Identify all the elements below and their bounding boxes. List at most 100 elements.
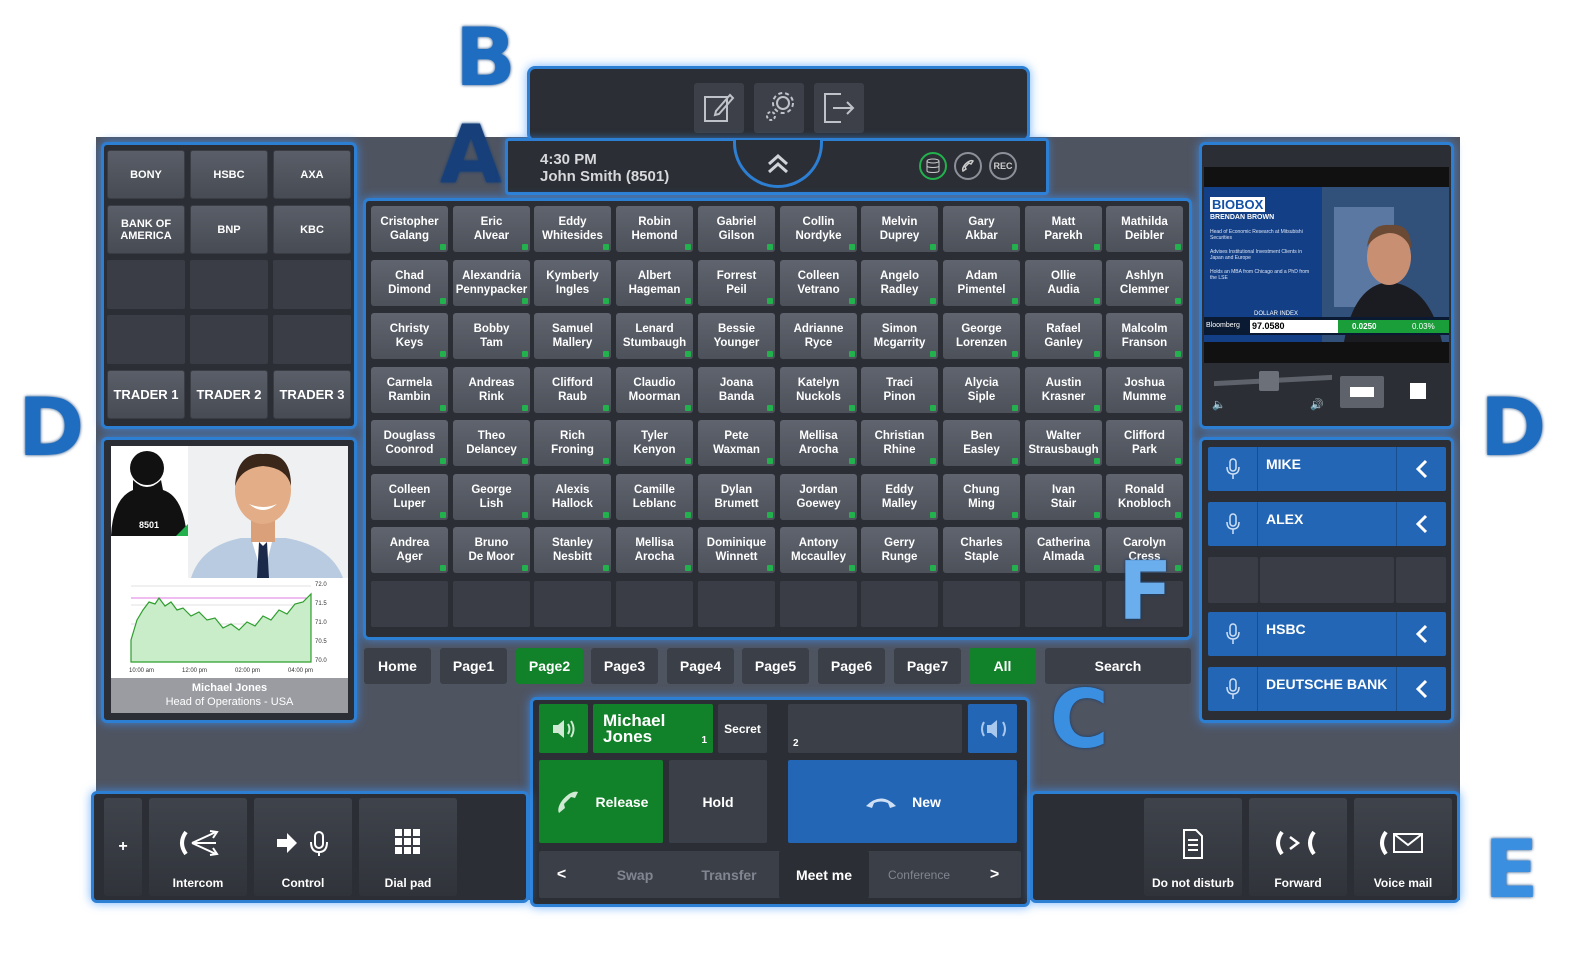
swap-button[interactable]: Swap <box>590 851 680 898</box>
intercom-row[interactable]: DEUTSCHE BANK <box>1208 667 1446 711</box>
quick-key-button[interactable]: KBC <box>273 205 351 254</box>
contact-button[interactable]: Adam Pimentel <box>943 260 1020 306</box>
chevron-left-icon[interactable] <box>1396 667 1446 711</box>
contact-button[interactable]: Ivan Stair <box>1025 474 1102 520</box>
contact-button[interactable]: Mellisa Arocha <box>780 420 857 466</box>
contact-button[interactable]: Eric Alvear <box>453 206 530 252</box>
intercom-row[interactable]: MIKE <box>1208 447 1446 491</box>
contact-button[interactable]: Chung Ming <box>943 474 1020 520</box>
contact-button[interactable]: Mathilda Deibler <box>1106 206 1183 252</box>
contact-button[interactable]: Angelo Radley <box>861 260 938 306</box>
contact-button[interactable]: Gerry Runge <box>861 527 938 573</box>
secret-button[interactable]: Secret <box>718 704 767 753</box>
quick-key-button[interactable]: BONY <box>107 150 185 199</box>
page-tab-page1[interactable]: Page1 <box>440 648 507 684</box>
contact-button[interactable]: Claudio Moorman <box>616 367 693 413</box>
contact-button[interactable]: Alexis Hallock <box>534 474 611 520</box>
contact-button[interactable]: Christy Keys <box>371 313 448 359</box>
meet-me-button[interactable]: Meet me <box>779 851 869 898</box>
line2-button[interactable]: 2 <box>788 704 962 753</box>
contact-button[interactable]: Tyler Kenyon <box>616 420 693 466</box>
fullscreen-button[interactable] <box>1340 376 1384 408</box>
contact-button[interactable]: Joshua Mumme <box>1106 367 1183 413</box>
contact-button[interactable]: Theo Delancey <box>453 420 530 466</box>
quick-key-button[interactable]: BNP <box>190 205 268 254</box>
contact-button[interactable]: Samuel Mallery <box>534 313 611 359</box>
contact-button[interactable]: Carmela Rambin <box>371 367 448 413</box>
actions-prev-button[interactable]: < <box>539 851 584 898</box>
trader-button[interactable]: TRADER 3 <box>273 370 351 419</box>
contact-button[interactable]: Matt Parekh <box>1025 206 1102 252</box>
contact-button[interactable]: Joana Banda <box>698 367 775 413</box>
contact-button[interactable]: Lenard Stumbaugh <box>616 313 693 359</box>
contact-button[interactable]: Gabriel Gilson <box>698 206 775 252</box>
contact-button[interactable]: Rich Froning <box>534 420 611 466</box>
actions-next-button[interactable]: > <box>972 851 1017 898</box>
control-button[interactable]: Control <box>254 798 352 896</box>
contact-button[interactable]: Christian Rhine <box>861 420 938 466</box>
contact-button[interactable]: Simon Mcgarrity <box>861 313 938 359</box>
contact-button[interactable]: George Lish <box>453 474 530 520</box>
contact-button[interactable]: Clifford Park <box>1106 420 1183 466</box>
forward-button[interactable]: Forward <box>1249 798 1347 896</box>
contact-button[interactable]: Walter Strausbaugh <box>1025 420 1102 466</box>
contact-button[interactable]: Melvin Duprey <box>861 206 938 252</box>
phone-status-icon[interactable] <box>954 152 982 180</box>
page-tab-page7[interactable]: Page7 <box>894 648 961 684</box>
add-button[interactable]: + <box>104 798 142 896</box>
contact-button[interactable]: Bobby Tam <box>453 313 530 359</box>
contact-button[interactable]: Douglass Coonrod <box>371 420 448 466</box>
page-tab-page4[interactable]: Page4 <box>667 648 734 684</box>
contact-button[interactable]: Stanley Nesbitt <box>534 527 611 573</box>
contact-button[interactable]: Rafael Ganley <box>1025 313 1102 359</box>
transfer-button[interactable]: Transfer <box>684 851 774 898</box>
contact-button[interactable]: Dylan Brumett <box>698 474 775 520</box>
intercom-row[interactable]: HSBC <box>1208 612 1446 656</box>
quick-key-button[interactable]: HSBC <box>190 150 268 199</box>
page-tab-home[interactable]: Home <box>364 648 431 684</box>
video-feed[interactable]: BIOBOX BRENDAN BROWN Head of Economic Re… <box>1204 167 1449 363</box>
contact-button[interactable]: Gary Akbar <box>943 206 1020 252</box>
contact-button[interactable]: Clifford Raub <box>534 367 611 413</box>
intercom-button[interactable]: Intercom <box>149 798 247 896</box>
quick-key-button[interactable]: BANK OF AMERICA <box>107 205 185 254</box>
contact-button[interactable]: Antony Mccaulley <box>780 527 857 573</box>
contact-button[interactable]: Dominique Winnett <box>698 527 775 573</box>
logout-icon[interactable] <box>814 83 864 133</box>
contact-button[interactable]: Bruno De Moor <box>453 527 530 573</box>
contact-button[interactable]: Eddy Whitesides <box>534 206 611 252</box>
contact-button[interactable]: Jordan Goewey <box>780 474 857 520</box>
database-icon[interactable] <box>919 152 947 180</box>
page-tab-page3[interactable]: Page3 <box>591 648 658 684</box>
contact-button[interactable]: Ollie Audia <box>1025 260 1102 306</box>
conference-button[interactable]: Conference <box>874 851 964 898</box>
intercom-row[interactable]: ALEX <box>1208 502 1446 546</box>
contact-button[interactable]: Colleen Vetrano <box>780 260 857 306</box>
contact-button[interactable]: Chad Dimond <box>371 260 448 306</box>
trader-button[interactable]: TRADER 1 <box>107 370 185 419</box>
contact-button[interactable]: Ronald Knobloch <box>1106 474 1183 520</box>
dnd-button[interactable]: Do not disturb <box>1144 798 1242 896</box>
page-tab-page6[interactable]: Page6 <box>818 648 885 684</box>
page-tab-page5[interactable]: Page5 <box>742 648 809 684</box>
contact-button[interactable]: Andrea Ager <box>371 527 448 573</box>
trader-button[interactable]: TRADER 2 <box>190 370 268 419</box>
chevron-left-icon[interactable] <box>1396 447 1446 491</box>
contact-button[interactable]: Collin Nordyke <box>780 206 857 252</box>
speaker-button[interactable] <box>539 704 588 753</box>
contact-button[interactable]: Austin Krasner <box>1025 367 1102 413</box>
contact-button[interactable]: Forrest Peil <box>698 260 775 306</box>
volume-slider-handle[interactable] <box>1259 371 1279 391</box>
contact-button[interactable]: Ben Easley <box>943 420 1020 466</box>
page-tab-search[interactable]: Search <box>1045 648 1191 684</box>
voicemail-button[interactable]: Voice mail <box>1354 798 1452 896</box>
contact-button[interactable]: Alexandria Pennypacker <box>453 260 530 306</box>
microphone-icon[interactable] <box>1208 667 1258 711</box>
contact-button[interactable]: Pete Waxman <box>698 420 775 466</box>
page-tab-page2[interactable]: Page2 <box>516 648 583 684</box>
line1-button[interactable]: Michael Jones 1 <box>593 704 713 753</box>
contact-button[interactable]: Colleen Luper <box>371 474 448 520</box>
contact-button[interactable]: Charles Staple <box>943 527 1020 573</box>
release-button[interactable]: Release <box>539 760 663 843</box>
stop-button[interactable] <box>1410 383 1426 399</box>
